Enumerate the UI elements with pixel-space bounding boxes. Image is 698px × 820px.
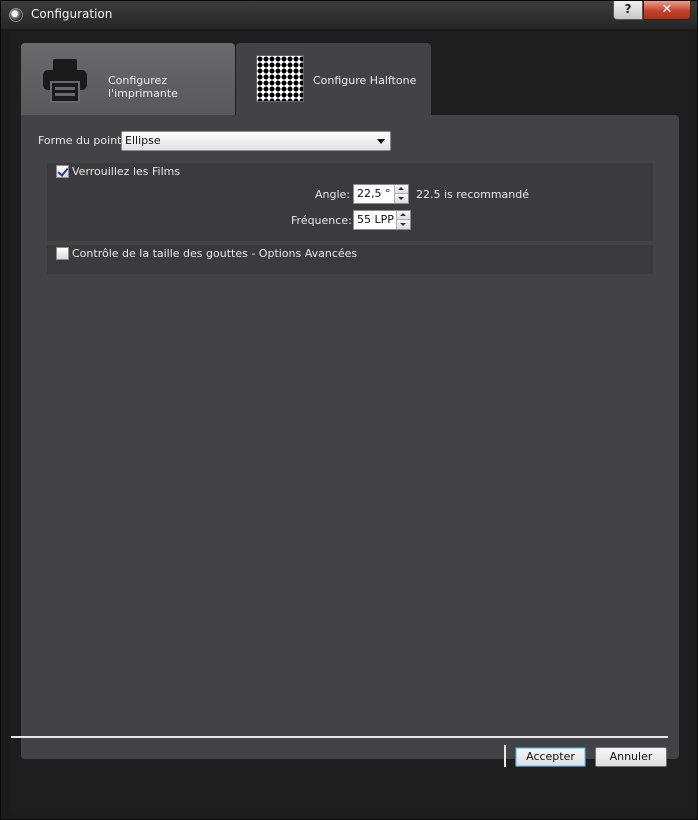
- configuration-window: Configuration ? ✕ Configurez l'imprimant…: [0, 0, 698, 820]
- close-button[interactable]: ✕: [643, 1, 691, 20]
- halftone-icon: [256, 55, 304, 102]
- lock-films-checkbox[interactable]: [56, 165, 69, 178]
- droplet-size-group: Contrôle de la taille des gouttes - Opti…: [47, 245, 653, 274]
- frequency-increment-button[interactable]: [397, 211, 410, 220]
- tab-printer-config[interactable]: Configurez l'imprimante: [21, 43, 235, 115]
- printer-icon: [43, 59, 87, 103]
- dot-shape-value: Ellipse: [125, 134, 161, 147]
- frequency-decrement-button[interactable]: [397, 220, 410, 229]
- cancel-button[interactable]: Annuler: [595, 747, 667, 767]
- halftone-panel: Forme du point: Ellipse Verrouillez les …: [21, 115, 679, 759]
- lock-films-label[interactable]: Verrouillez les Films: [72, 165, 180, 178]
- angle-decrement-button[interactable]: [395, 194, 408, 203]
- help-button[interactable]: ?: [613, 1, 643, 20]
- tab-halftone-label: Configure Halftone: [313, 74, 417, 87]
- angle-label: Angle:: [315, 188, 351, 201]
- chevron-down-icon: [377, 139, 385, 144]
- angle-value: 22,5 °: [357, 187, 391, 200]
- droplet-size-checkbox[interactable]: [56, 247, 69, 260]
- window-title: Configuration: [31, 7, 113, 21]
- tab-printer-label: Configurez l'imprimante: [108, 74, 178, 100]
- frequency-spin-buttons: [396, 211, 410, 229]
- dot-shape-label: Forme du point:: [38, 134, 126, 147]
- button-separator: [504, 745, 506, 767]
- app-icon: [9, 8, 23, 22]
- droplet-size-label[interactable]: Contrôle de la taille des gouttes - Opti…: [72, 247, 357, 260]
- tab-container: Configurez l'imprimante Configure Halfto…: [11, 31, 688, 811]
- angle-hint: 22.5 is recommandé: [416, 188, 529, 201]
- lock-films-group: Verrouillez les Films Angle: 22,5 ° 22.5…: [47, 163, 653, 241]
- tab-halftone-config[interactable]: Configure Halftone: [236, 43, 431, 115]
- footer-divider: [11, 736, 668, 738]
- frequency-value: 55 LPP: [357, 213, 394, 226]
- dot-shape-select[interactable]: Ellipse: [121, 131, 391, 151]
- accept-button[interactable]: Accepter: [515, 747, 586, 767]
- angle-spinbox[interactable]: 22,5 °: [353, 184, 409, 204]
- title-bar[interactable]: Configuration ? ✕: [1, 1, 697, 29]
- angle-spin-buttons: [394, 185, 408, 203]
- angle-increment-button[interactable]: [395, 185, 408, 194]
- frequency-spinbox[interactable]: 55 LPP: [353, 210, 411, 230]
- frequency-label: Fréquence:: [291, 214, 352, 227]
